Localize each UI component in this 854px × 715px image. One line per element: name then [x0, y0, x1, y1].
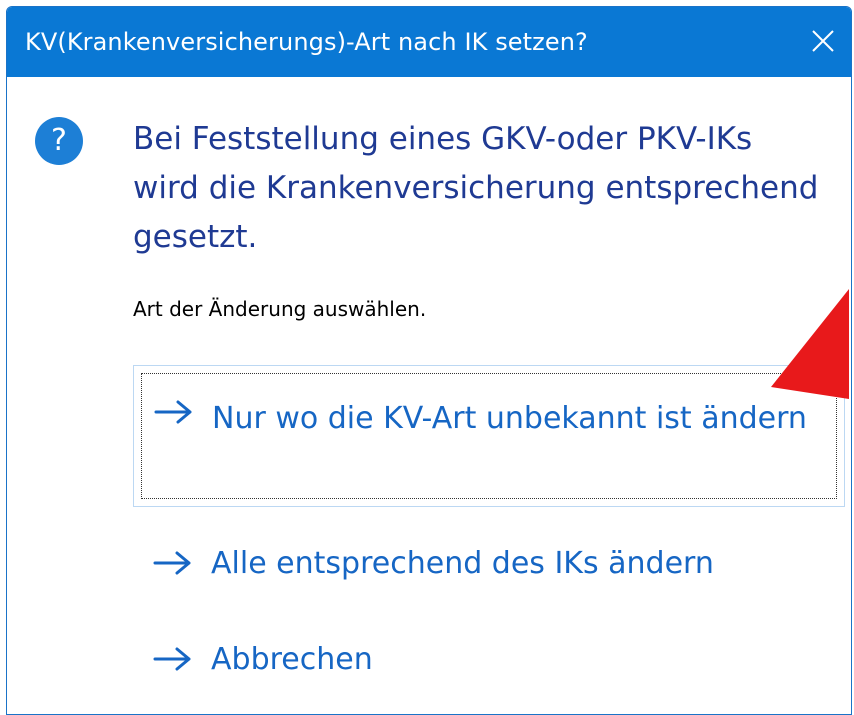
close-button[interactable] — [803, 21, 843, 61]
arrow-right-icon — [153, 647, 191, 671]
annotation-arrow — [771, 289, 849, 399]
command-link-cancel[interactable]: Abbrechen — [133, 631, 845, 691]
command-label: Abbrechen — [211, 642, 373, 677]
title-bar: KV(Krankenversicherungs)-Art nach IK set… — [7, 7, 851, 77]
command-link-unknown-only[interactable]: Nur wo die KV-Art unbekannt ist ändern — [133, 365, 845, 507]
command-link-all[interactable]: Alle entsprechend des IKs ändern — [133, 535, 845, 595]
arrow-right-icon — [153, 551, 191, 575]
main-instruction: Bei Feststellung eines GKV-oder PKV-IKs … — [133, 121, 819, 255]
command-label: Nur wo die KV-Art unbekannt ist ändern — [212, 401, 807, 436]
content-text: Art der Änderung auswählen. — [133, 297, 427, 321]
arrow-right-icon — [154, 400, 192, 424]
dialog-title: KV(Krankenversicherungs)-Art nach IK set… — [25, 28, 588, 56]
command-label: Alle entsprechend des IKs ändern — [211, 546, 714, 581]
question-icon: ? — [35, 117, 83, 165]
close-icon — [812, 30, 834, 52]
dialog-window: KV(Krankenversicherungs)-Art nach IK set… — [6, 6, 852, 715]
